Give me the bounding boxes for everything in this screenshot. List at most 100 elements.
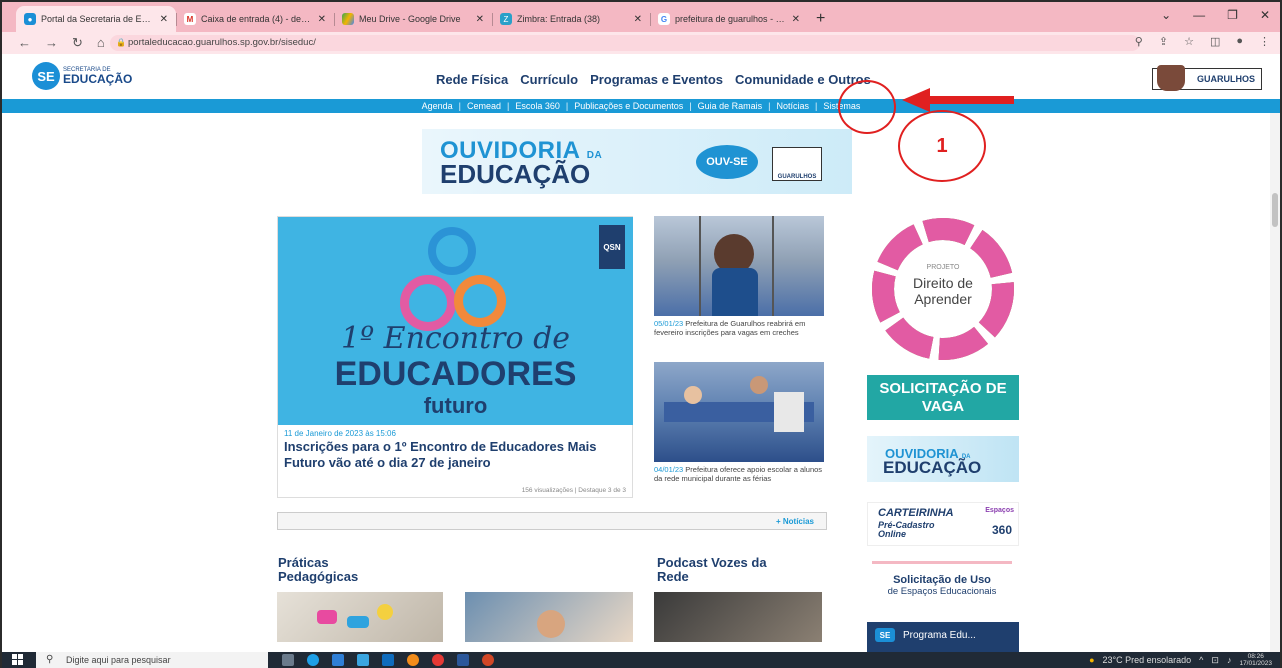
close-tab-icon[interactable]: ✕ <box>160 14 168 25</box>
carteirinha-banner[interactable]: CARTEIRINHA Espaços Pré-Cadastro Online … <box>867 502 1019 546</box>
share-icon[interactable]: ⇪ <box>1159 35 1168 48</box>
site-logo[interactable]: SE SECRETARIA DE EDUCAÇÃO <box>32 62 132 90</box>
subnav-cemead[interactable]: Cemead <box>466 101 502 111</box>
zoom-icon[interactable]: ⚲ <box>1135 35 1143 48</box>
home-icon[interactable]: ⌂ <box>97 35 105 51</box>
more-news-link[interactable]: + Notícias <box>776 517 814 526</box>
annotation-number: 1 <box>898 110 986 182</box>
lock-icon: 🔒 <box>116 38 126 47</box>
featured-meta: 156 visualizações | Destaque 3 de 3 <box>521 487 626 494</box>
tab-google-drive[interactable]: Meu Drive - Google Drive ✕ <box>334 6 492 32</box>
taskbar-search[interactable]: ⚲ Digite aqui para pesquisar <box>36 652 268 668</box>
back-icon[interactable]: ← <box>18 35 31 51</box>
new-tab-button[interactable]: + <box>816 10 825 28</box>
nav-curriculo[interactable]: Currículo <box>520 72 578 87</box>
praticas-thumb[interactable] <box>465 592 633 642</box>
chrome-icon[interactable] <box>432 654 444 666</box>
more-news-bar: + Notícias <box>277 512 827 530</box>
solicitacao-vaga-button[interactable]: SOLICITAÇÃO DE VAGA <box>867 375 1019 420</box>
main-nav: Rede Física Currículo Programas e Evento… <box>436 72 871 87</box>
tab-search-icon[interactable]: ⌄ <box>1161 8 1171 22</box>
subnav-guia-ramais[interactable]: Guia de Ramais <box>697 101 764 111</box>
profile-avatar-icon[interactable]: ● <box>1236 35 1243 48</box>
nav-rede-fisica[interactable]: Rede Física <box>436 72 508 87</box>
featured-news[interactable]: QSN 1º Encontro de EDUCADORES futuro 11 … <box>277 216 633 498</box>
edge-icon[interactable] <box>307 654 319 666</box>
praticas-thumb[interactable] <box>277 592 443 642</box>
site-header: SE SECRETARIA DE EDUCAÇÃO Rede Física Cu… <box>2 54 1280 99</box>
subnav-escola-360[interactable]: Escola 360 <box>514 101 561 111</box>
solicitacao-uso-banner[interactable]: Solicitação de Uso de Espaços Educaciona… <box>862 557 1022 607</box>
browser-chrome: ● Portal da Secretaria de Educação ✕ M C… <box>2 2 1280 54</box>
menu-kebab-icon[interactable]: ⋮ <box>1259 35 1270 48</box>
toolbar-icons: ⚲ ⇪ ☆ ◫ ● ⋮ <box>1135 35 1270 48</box>
tab-gmail[interactable]: M Caixa de entrada (4) - deborabar ✕ <box>176 6 334 32</box>
windows-taskbar: ⚲ Digite aqui para pesquisar ● 23°C Pred… <box>2 652 1280 668</box>
weather-text[interactable]: 23°C Pred ensolarado <box>1103 655 1192 665</box>
tray-chevron-icon[interactable]: ^ <box>1199 655 1203 665</box>
zimbra-icon: Z <box>500 13 512 25</box>
clock[interactable]: 08:26 17/01/2023 <box>1239 653 1272 667</box>
news-item[interactable]: 05/01/23 Prefeitura de Guarulhos reabrir… <box>654 216 824 337</box>
restore-icon[interactable]: ❐ <box>1227 8 1238 22</box>
store-icon[interactable] <box>332 654 344 666</box>
mail-icon[interactable] <box>382 654 394 666</box>
close-tab-icon[interactable]: ✕ <box>318 14 326 25</box>
close-tab-icon[interactable]: ✕ <box>634 14 642 25</box>
swirl-blue <box>428 227 476 275</box>
task-view-icon[interactable] <box>282 654 294 666</box>
subnav-agenda[interactable]: Agenda <box>421 101 454 111</box>
prefeitura-logo[interactable]: GUARULHOS <box>1152 65 1262 91</box>
programa-video[interactable]: SE Programa Edu... <box>867 622 1019 652</box>
direito-aprender-card[interactable]: PROJETO Direito de Aprender <box>868 218 1018 360</box>
se-favicon-icon: ● <box>24 13 36 25</box>
explorer-icon[interactable] <box>357 654 369 666</box>
bookmark-star-icon[interactable]: ☆ <box>1184 35 1194 48</box>
ouvse-bubble: OUV-SE <box>696 145 758 179</box>
close-tab-icon[interactable]: ✕ <box>476 14 484 25</box>
minimize-icon[interactable]: — <box>1193 8 1205 22</box>
url-field[interactable]: 🔒 portaleducacao.guarulhos.sp.gov.br/sis… <box>110 35 1140 51</box>
close-tab-icon[interactable]: ✕ <box>792 14 800 25</box>
featured-image: QSN 1º Encontro de EDUCADORES futuro <box>278 217 633 425</box>
news-item[interactable]: 04/01/23 Prefeitura oferece apoio escola… <box>654 362 824 483</box>
praticas-title: Práticas Pedagógicas <box>278 555 359 584</box>
se-logo-badge: SE <box>32 62 60 90</box>
tab-zimbra[interactable]: Z Zimbra: Entrada (38) ✕ <box>492 6 650 32</box>
search-icon: ⚲ <box>46 654 54 665</box>
qsn-logo: QSN <box>599 225 625 269</box>
network-icon[interactable]: ⊡ <box>1211 655 1219 666</box>
reload-icon[interactable]: ↻ <box>72 35 83 51</box>
sidepanel-icon[interactable]: ◫ <box>1210 35 1220 48</box>
forward-icon[interactable]: → <box>45 35 58 51</box>
volume-icon[interactable]: ♪ <box>1227 655 1232 665</box>
podcast-thumb[interactable] <box>654 592 822 642</box>
ouvidoria-banner[interactable]: OUVIDORIA DA EDUCAÇÃO OUV-SE GUARULHOS <box>422 129 852 194</box>
gmail-icon: M <box>184 13 196 25</box>
word-icon[interactable] <box>457 654 469 666</box>
windows-start-icon[interactable] <box>12 654 23 665</box>
featured-title[interactable]: Inscrições para o 1º Encontro de Educado… <box>284 439 624 471</box>
swirl-orange <box>454 275 506 327</box>
nav-programas-eventos[interactable]: Programas e Eventos <box>590 72 723 87</box>
podcast-title: Podcast Vozes da Rede <box>657 555 767 584</box>
close-window-icon[interactable]: ✕ <box>1260 8 1270 22</box>
weather-icon: ● <box>1089 655 1095 665</box>
google-icon: G <box>658 13 670 25</box>
tab-strip: ● Portal da Secretaria de Educação ✕ M C… <box>16 6 825 32</box>
nav-buttons: ← → ↻ ⌂ <box>18 35 105 51</box>
page-scrollbar[interactable] <box>1270 113 1280 653</box>
annotation-highlight-circle <box>838 80 896 134</box>
scrollbar-thumb[interactable] <box>1272 193 1278 227</box>
tab-portal-secretaria[interactable]: ● Portal da Secretaria de Educação ✕ <box>16 6 176 32</box>
powerpoint-icon[interactable] <box>482 654 494 666</box>
subnav-noticias[interactable]: Notícias <box>776 101 811 111</box>
tab-google-search[interactable]: G prefeitura de guarulhos - Pesqu ✕ <box>650 6 808 32</box>
firefox-icon[interactable] <box>407 654 419 666</box>
annotation-arrow-icon <box>902 88 1014 112</box>
sub-nav: Agenda | Cemead | Escola 360 | Publicações … <box>2 99 1280 113</box>
address-bar-row: ← → ↻ ⌂ 🔒 portaleducacao.guarulhos.sp.go… <box>2 32 1280 54</box>
ouvidoria-side-banner[interactable]: OUVIDORIA DA EDUCAÇÃO <box>867 436 1019 482</box>
subnav-publicacoes[interactable]: Publicações e Documentos <box>573 101 684 111</box>
prefeitura-mini-logo: GUARULHOS <box>772 147 822 181</box>
